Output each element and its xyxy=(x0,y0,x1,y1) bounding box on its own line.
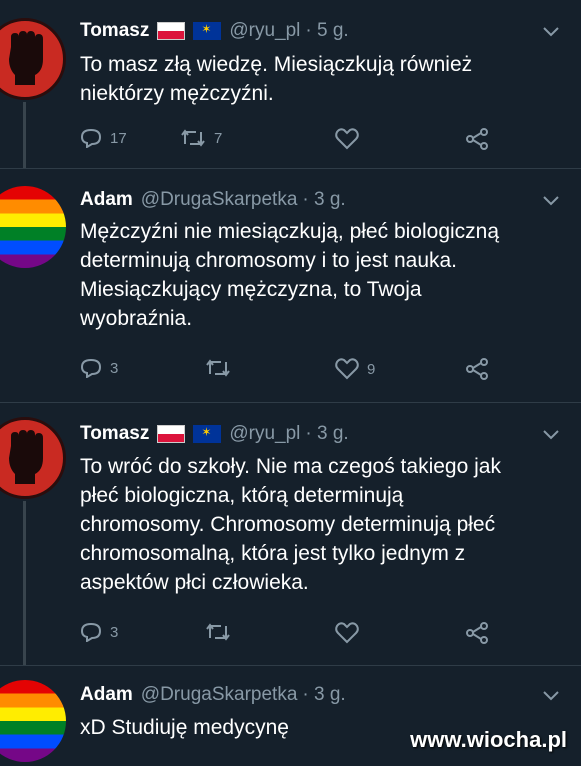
like-count: 9 xyxy=(367,360,376,378)
reply-icon xyxy=(80,622,102,642)
retweet-icon xyxy=(206,623,230,641)
tweet-text-line: płeć biologiczna, którą determinują xyxy=(80,484,404,507)
avatar-rainbow-icon[interactable] xyxy=(0,186,66,268)
share-button[interactable] xyxy=(465,358,489,380)
tweet-text-line: Miesiączkujący mężczyzna, to Twoja xyxy=(80,278,422,301)
tweet-text-line: aspektów płci człowieka. xyxy=(80,571,309,594)
chevron-down-icon[interactable] xyxy=(543,193,559,211)
chevron-down-icon[interactable] xyxy=(543,688,559,706)
tweet-text-line: To masz złą wiedzę. Miesiączkują również xyxy=(80,53,473,76)
tweet-time[interactable]: · 3 g. xyxy=(302,189,345,211)
tweet-text-line: chromosomy. Chromosomy determinują płeć xyxy=(80,513,496,536)
tweet-header: Adam @DrugaSkarpetka · 3 g. xyxy=(80,684,346,706)
retweet-icon xyxy=(206,359,230,377)
reply-icon xyxy=(80,128,102,148)
author-handle[interactable]: @DrugaSkarpetka xyxy=(141,189,298,211)
author-name[interactable]: Adam xyxy=(80,189,133,211)
tweet[interactable]: Adam @DrugaSkarpetka · 3 g. Mężczyźni ni… xyxy=(0,169,581,402)
like-button[interactable] xyxy=(335,622,367,644)
tweet-actions: 17 7 xyxy=(80,128,510,154)
share-icon xyxy=(466,622,488,644)
author-handle[interactable]: @ryu_pl xyxy=(229,20,300,42)
author-handle[interactable]: @DrugaSkarpetka xyxy=(141,684,298,706)
avatar-rainbow-icon[interactable] xyxy=(0,680,66,762)
tweet-header: Tomasz @ryu_pl · 3 g. xyxy=(80,423,349,445)
author-name[interactable]: Tomasz xyxy=(80,423,149,445)
watermark: www.wiocha.pl xyxy=(410,727,567,752)
author-handle[interactable]: @ryu_pl xyxy=(229,423,300,445)
chevron-down-icon[interactable] xyxy=(543,427,559,445)
author-name[interactable]: Adam xyxy=(80,684,133,706)
poland-flag-icon xyxy=(157,22,186,40)
avatar-fist-icon[interactable] xyxy=(0,18,66,100)
eu-flag-icon xyxy=(193,425,222,443)
reply-count: 3 xyxy=(110,623,119,641)
eu-flag-icon xyxy=(193,22,222,40)
retweet-button[interactable] xyxy=(205,622,239,642)
tweet-text-line: determinują chromosomy i to jest nauka. xyxy=(80,249,458,272)
tweet-text-line: niektórzy mężczyźni. xyxy=(80,82,274,105)
tweet-text-line: To wróć do szkoły. Nie ma czegoś takiego… xyxy=(80,455,501,478)
like-button[interactable] xyxy=(335,128,367,150)
share-button[interactable] xyxy=(465,622,489,644)
tweet[interactable]: Tomasz @ryu_pl · 3 g. To wróć do szkoły.… xyxy=(0,403,581,665)
tweet-text-line: wyobraźnia. xyxy=(80,307,193,330)
retweet-icon xyxy=(181,129,205,147)
author-name[interactable]: Tomasz xyxy=(80,20,149,42)
reply-count: 17 xyxy=(110,129,127,147)
thread-line xyxy=(23,102,26,168)
reply-button[interactable]: 3 xyxy=(80,358,118,378)
tweet-time[interactable]: · 3 g. xyxy=(305,423,348,445)
tweet-header: Adam @DrugaSkarpetka · 3 g. xyxy=(80,189,346,211)
tweet-actions: 3 9 xyxy=(80,358,510,384)
share-icon xyxy=(466,128,488,150)
tweet-time[interactable]: · 3 g. xyxy=(302,684,345,706)
like-icon xyxy=(335,358,359,380)
retweet-button[interactable] xyxy=(205,358,239,378)
tweet-text-line: Mężczyźni nie miesiączkują, płeć biologi… xyxy=(80,220,500,243)
tweet-text: Mężczyźni nie miesiączkują, płeć biologi… xyxy=(80,217,565,333)
thread-line xyxy=(23,501,26,665)
tweet-text: To wróć do szkoły. Nie ma czegoś takiego… xyxy=(80,452,565,597)
poland-flag-icon xyxy=(157,425,186,443)
tweet[interactable]: Tomasz @ryu_pl · 5 g. To masz złą wiedzę… xyxy=(0,0,581,168)
tweet-actions: 3 xyxy=(80,622,510,648)
retweet-button[interactable]: 7 xyxy=(180,128,222,148)
like-button[interactable]: 9 xyxy=(335,358,375,380)
reply-count: 3 xyxy=(110,359,119,377)
avatar-fist-icon[interactable] xyxy=(0,417,66,499)
share-button[interactable] xyxy=(465,128,489,150)
reply-icon xyxy=(80,358,102,378)
share-icon xyxy=(466,358,488,380)
reply-button[interactable]: 17 xyxy=(80,128,127,148)
tweet-text-line: chromosomalną, która jest tylko jednym z xyxy=(80,542,466,565)
chevron-down-icon[interactable] xyxy=(543,24,559,42)
tweet-time[interactable]: · 5 g. xyxy=(305,20,348,42)
retweet-count: 7 xyxy=(214,129,223,147)
like-icon xyxy=(335,622,359,644)
reply-button[interactable]: 3 xyxy=(80,622,118,642)
tweet-header: Tomasz @ryu_pl · 5 g. xyxy=(80,20,349,42)
like-icon xyxy=(335,128,359,150)
tweet-text: To masz złą wiedzę. Miesiączkują również… xyxy=(80,50,565,108)
